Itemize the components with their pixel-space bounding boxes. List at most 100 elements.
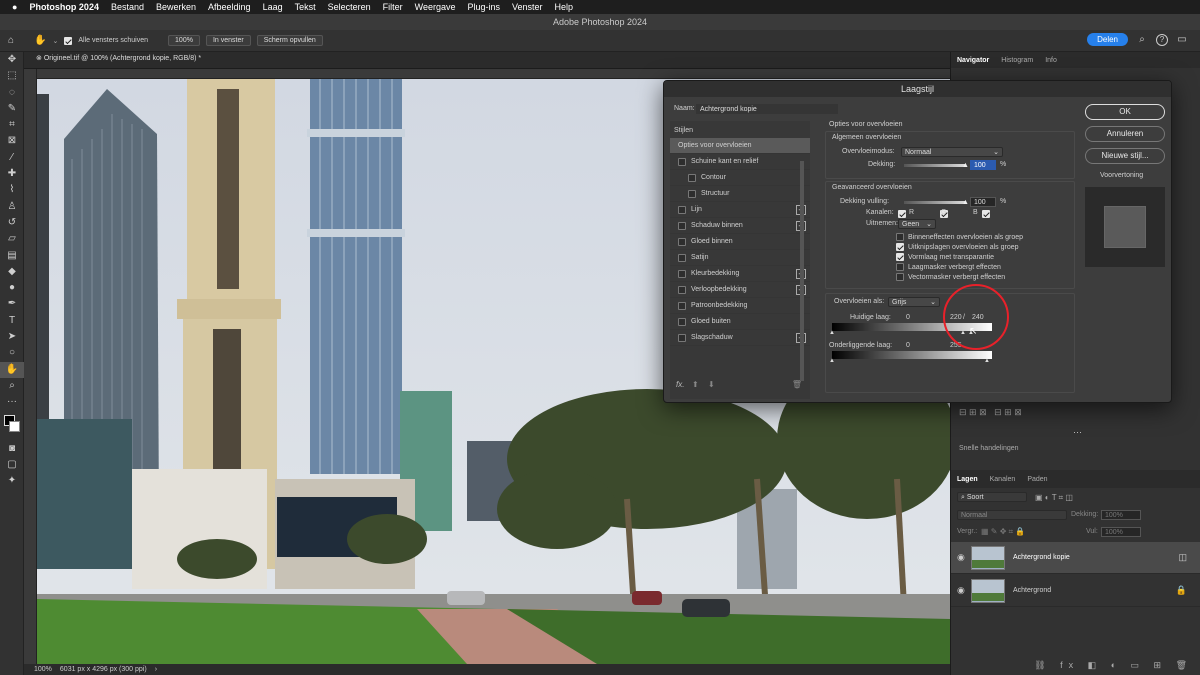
style-item[interactable]: Gloed buiten bbox=[670, 314, 810, 330]
fit-window-button[interactable]: In venster bbox=[205, 35, 251, 46]
move-up-icon[interactable]: ⬆ bbox=[692, 380, 699, 389]
style-item[interactable]: Lijn+ bbox=[670, 202, 810, 218]
new-style-button[interactable]: Nieuwe stijl... bbox=[1085, 148, 1165, 164]
style-checkbox[interactable] bbox=[678, 253, 686, 262]
menu-laag[interactable]: Laag bbox=[263, 2, 283, 12]
filter-icons[interactable]: ▣ ◐ T ⌗ ◫ bbox=[1035, 493, 1073, 503]
layer-opacity-field[interactable]: 100% bbox=[1101, 510, 1141, 520]
channel-r-checkbox[interactable] bbox=[898, 209, 906, 218]
knockout-select[interactable]: Geen ⌄ bbox=[898, 219, 936, 229]
generative-icon[interactable]: ✦ bbox=[0, 473, 24, 489]
style-checkbox[interactable] bbox=[678, 333, 686, 342]
tab-layers[interactable]: Lagen bbox=[957, 476, 978, 483]
blend-mode-select[interactable]: Normaal ⌄ bbox=[901, 147, 1003, 157]
underlying-black-handle[interactable]: ▲ bbox=[829, 358, 835, 364]
fill-field[interactable]: 100% bbox=[1101, 527, 1141, 537]
cancel-button[interactable]: Annuleren bbox=[1085, 126, 1165, 142]
hand-tool-active-icon[interactable]: ✋ bbox=[0, 361, 24, 378]
menu-app-name[interactable]: Photoshop 2024 bbox=[29, 2, 99, 12]
layers-footer-icons[interactable]: ⛓ fx ◧ ◐ ▭ ⊞ 🗑 bbox=[1034, 660, 1193, 671]
style-item[interactable]: Structuur bbox=[670, 186, 810, 202]
crop-tool-icon[interactable]: ⌗ bbox=[0, 117, 24, 133]
gradient-tool-icon[interactable]: ▤ bbox=[0, 248, 24, 264]
status-zoom[interactable]: 100% bbox=[34, 666, 52, 673]
tab-info[interactable]: Info bbox=[1045, 57, 1057, 64]
path-select-tool-icon[interactable]: ➤ bbox=[0, 329, 24, 345]
fill-opacity-handle[interactable]: ▲ bbox=[962, 199, 969, 206]
tab-paths[interactable]: Paden bbox=[1027, 476, 1047, 483]
marquee-tool-icon[interactable]: ⬚ bbox=[0, 68, 24, 84]
layer-row[interactable]: ◉ Achtergrond 🔒 bbox=[951, 575, 1200, 607]
history-brush-tool-icon[interactable]: ↺ bbox=[0, 215, 24, 231]
ruler-vertical[interactable] bbox=[24, 69, 37, 665]
menu-weergave[interactable]: Weergave bbox=[415, 2, 456, 12]
tab-channels[interactable]: Kanalen bbox=[990, 476, 1016, 483]
tab-navigator[interactable]: Navigator bbox=[957, 57, 989, 64]
apple-icon[interactable]: ● bbox=[12, 2, 17, 12]
ok-button[interactable]: OK bbox=[1085, 104, 1165, 120]
menu-help[interactable]: Help bbox=[555, 2, 574, 12]
menu-tekst[interactable]: Tekst bbox=[295, 2, 316, 12]
search-icon[interactable]: ⌕ bbox=[1136, 34, 1148, 46]
advanced-option[interactable]: Binneneffecten overvloeien als groep bbox=[896, 232, 1023, 242]
blend-if-select[interactable]: Grijs ⌄ bbox=[888, 297, 940, 307]
advanced-option-checkbox[interactable] bbox=[896, 263, 904, 271]
hand-tool-icon[interactable]: ✋ bbox=[34, 35, 46, 46]
layer-name[interactable]: Achtergrond bbox=[1013, 587, 1051, 594]
help-icon[interactable]: ? bbox=[1156, 34, 1168, 46]
more-tools-icon[interactable]: ··· bbox=[0, 394, 24, 410]
move-tool-icon[interactable]: ✥ bbox=[0, 52, 24, 68]
share-button[interactable]: Delen bbox=[1087, 33, 1128, 46]
this-layer-black-handle[interactable]: ▲ bbox=[829, 330, 835, 336]
style-checkbox[interactable] bbox=[678, 157, 686, 166]
menu-bestand[interactable]: Bestand bbox=[111, 2, 144, 12]
quick-mask-icon[interactable]: ◙ bbox=[0, 441, 24, 457]
stamp-tool-icon[interactable]: ♙ bbox=[0, 199, 24, 215]
close-tab-icon[interactable]: ⊗ bbox=[36, 55, 44, 62]
menu-filter[interactable]: Filter bbox=[383, 2, 403, 12]
styles-header[interactable]: Stijlen bbox=[670, 121, 810, 138]
style-item[interactable]: Verloopbedekking+ bbox=[670, 282, 810, 298]
move-down-icon[interactable]: ⬇ bbox=[708, 380, 715, 389]
opacity-field[interactable]: 100 bbox=[970, 160, 996, 170]
status-chevron-icon[interactable]: › bbox=[155, 666, 157, 673]
document-tab-title[interactable]: Origineel.tif @ 100% (Achtergrond kopie,… bbox=[44, 55, 201, 62]
layer-filter[interactable]: ⌕ Soort bbox=[957, 492, 1027, 504]
fill-opacity-slider[interactable] bbox=[904, 201, 966, 204]
advanced-option-checkbox[interactable] bbox=[896, 253, 904, 261]
style-checkbox[interactable] bbox=[678, 301, 686, 310]
style-checkbox[interactable] bbox=[678, 237, 686, 246]
opacity-slider-handle[interactable]: ▲ bbox=[962, 162, 969, 169]
style-item[interactable]: Schaduw binnen+ bbox=[670, 218, 810, 234]
underlying-white-handle[interactable]: ▲ bbox=[984, 358, 990, 364]
advanced-option-checkbox[interactable] bbox=[896, 243, 904, 251]
underlying-gradient-slider[interactable] bbox=[832, 351, 992, 359]
style-checkbox[interactable] bbox=[678, 317, 686, 326]
brush-tool-icon[interactable]: ⌇ bbox=[0, 182, 24, 198]
layer-style-icon[interactable]: ◫ bbox=[1178, 552, 1187, 563]
fx-menu-button[interactable]: fx. bbox=[676, 380, 684, 389]
style-item[interactable]: Slagschaduw+ bbox=[670, 330, 810, 346]
tool-preset-chevron-icon[interactable]: ⌄ bbox=[53, 37, 59, 45]
opacity-slider[interactable] bbox=[904, 164, 966, 167]
style-item[interactable]: Kleurbedekking+ bbox=[670, 266, 810, 282]
pen-tool-icon[interactable]: ✒ bbox=[0, 296, 24, 312]
home-icon[interactable]: ⌂ bbox=[8, 35, 14, 46]
advanced-option[interactable]: Vectormasker verbergt effecten bbox=[896, 272, 1023, 282]
style-checkbox[interactable] bbox=[678, 285, 686, 294]
zoom-100-button[interactable]: 100% bbox=[168, 35, 200, 46]
style-item[interactable]: Gloed binnen bbox=[670, 234, 810, 250]
fill-opacity-field[interactable]: 100 bbox=[970, 197, 996, 207]
lock-icon[interactable]: 🔒 bbox=[1176, 585, 1187, 596]
advanced-option-checkbox[interactable] bbox=[896, 273, 904, 281]
layer-name[interactable]: Achtergrond kopie bbox=[1013, 554, 1070, 561]
advanced-option[interactable]: Vormlaag met transparantie bbox=[896, 252, 1023, 262]
style-item[interactable]: Satijn bbox=[670, 250, 810, 266]
visibility-eye-icon[interactable]: ◉ bbox=[957, 552, 965, 563]
quick-select-tool-icon[interactable]: ✎ bbox=[0, 101, 24, 117]
style-checkbox[interactable] bbox=[688, 189, 696, 198]
delete-effect-icon[interactable]: 🗑 bbox=[792, 380, 802, 389]
style-checkbox[interactable] bbox=[678, 221, 686, 230]
style-checkbox[interactable] bbox=[678, 205, 686, 214]
align-icons[interactable]: ⊟ ⊞ ⊠ ⊟ ⊞ ⊠ bbox=[959, 407, 1189, 421]
